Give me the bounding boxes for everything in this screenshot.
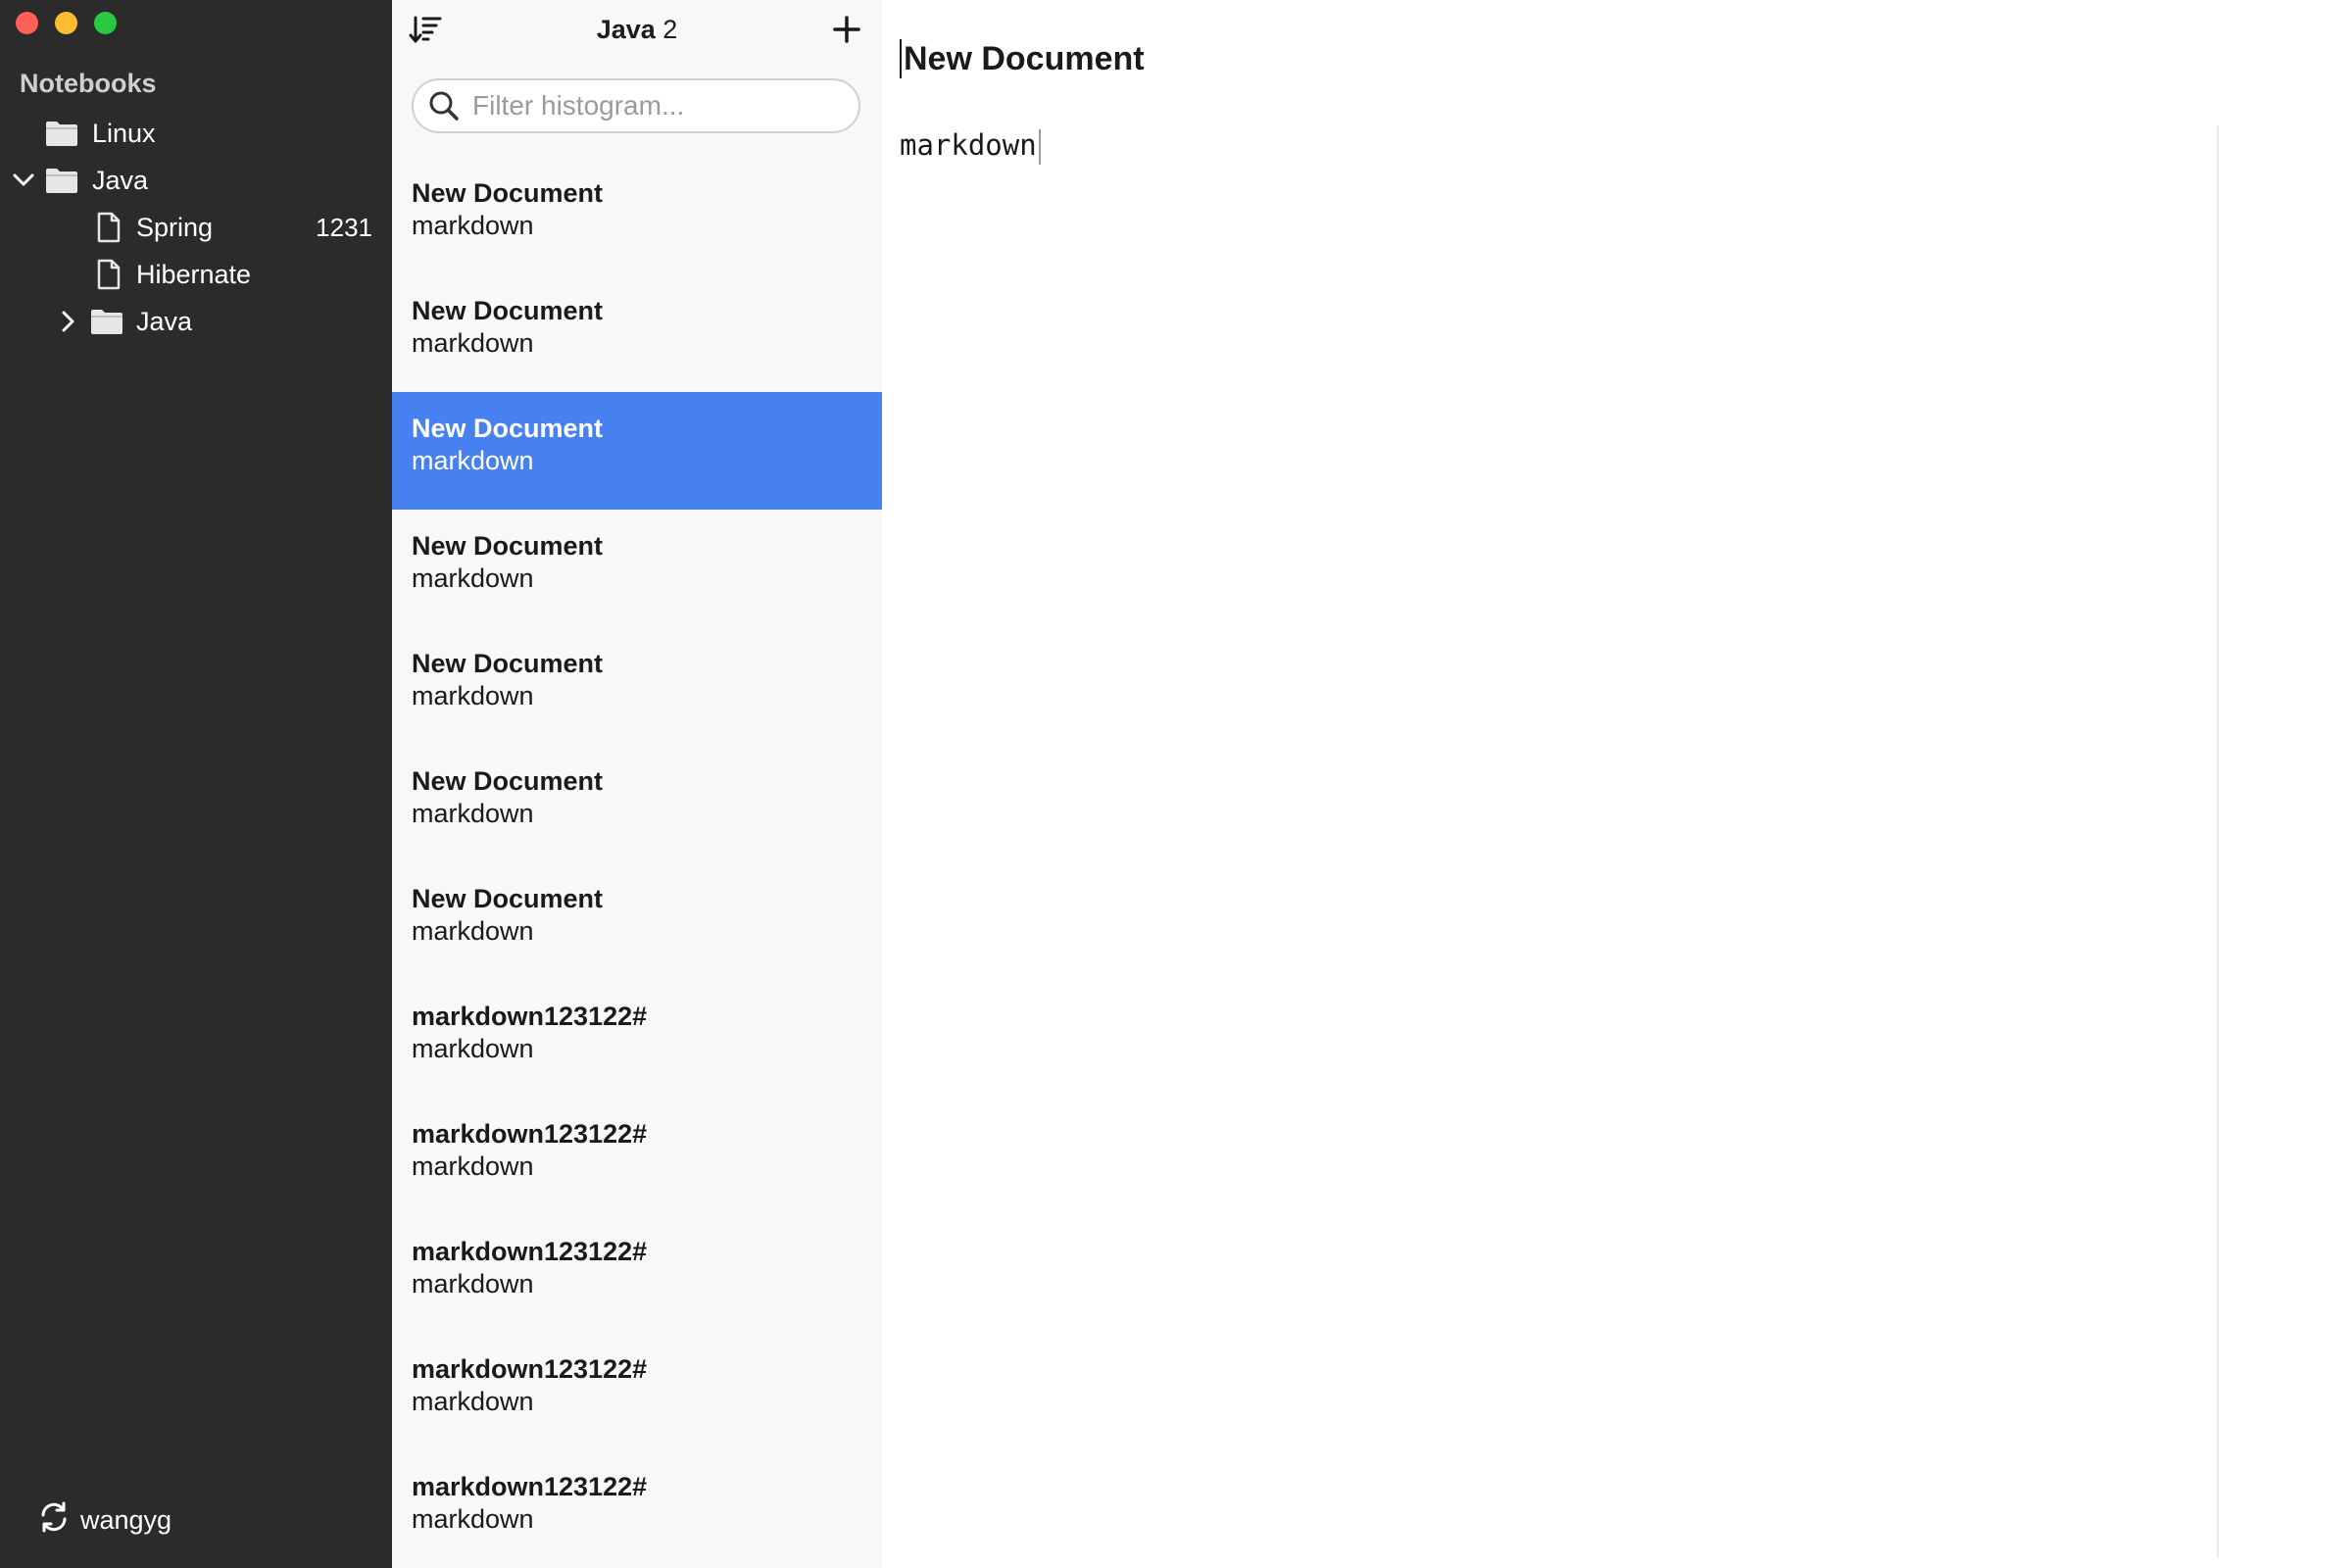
note-item[interactable]: New Document markdown xyxy=(392,510,882,627)
plus-icon xyxy=(833,16,860,43)
document-icon xyxy=(92,259,125,290)
note-title: markdown123122# xyxy=(412,1354,648,1384)
maximize-window-button[interactable] xyxy=(94,12,117,34)
preview-divider xyxy=(2217,125,2219,1558)
window-controls xyxy=(16,12,117,34)
note-preview: markdown xyxy=(412,446,534,475)
tree-item-spring[interactable]: Spring 1231 xyxy=(0,204,392,251)
note-preview: markdown xyxy=(412,1269,534,1298)
note-title: New Document xyxy=(412,531,604,561)
app-window: Notebooks Linux Java Spring 1231 Hiberna… xyxy=(0,0,2352,1568)
note-title: New Document xyxy=(412,884,604,913)
note-list-toolbar: Java 2 xyxy=(392,0,882,61)
chevron-right-icon[interactable] xyxy=(57,310,80,333)
note-item[interactable]: New Document markdown xyxy=(392,392,882,510)
document-title[interactable]: New Document xyxy=(900,39,1145,78)
note-preview: markdown xyxy=(412,1387,534,1416)
text-caret xyxy=(1038,129,1041,165)
notebook-title: Java 2 xyxy=(392,15,882,45)
note-count-badge: 1231 xyxy=(316,212,372,242)
note-preview: markdown xyxy=(412,1034,534,1063)
close-window-button[interactable] xyxy=(16,12,38,34)
note-title: New Document xyxy=(412,414,604,443)
tree-item-label: Linux xyxy=(92,118,156,148)
notebook-note-count: 2 xyxy=(662,15,678,44)
folder-icon xyxy=(90,307,123,336)
note-list-panel: Java 2 New Document markdown xyxy=(392,0,882,1568)
notebook-name: Java xyxy=(596,15,656,44)
note-item[interactable]: New Document markdown xyxy=(392,862,882,980)
note-title: markdown123122# xyxy=(412,1472,648,1501)
note-preview: markdown xyxy=(412,1152,534,1181)
note-title: New Document xyxy=(412,766,604,796)
sidebar: Notebooks Linux Java Spring 1231 Hiberna… xyxy=(0,0,392,1568)
add-note-button[interactable] xyxy=(829,12,864,47)
note-item[interactable]: markdown123122# markdown xyxy=(392,1098,882,1215)
tree-item-label: Hibernate xyxy=(136,259,252,289)
search-icon xyxy=(427,89,461,122)
note-list: New Document markdown New Document markd… xyxy=(392,157,882,1568)
folder-icon xyxy=(45,119,78,148)
filter-input[interactable] xyxy=(470,89,847,122)
sync-icon[interactable] xyxy=(37,1500,71,1541)
tree-item-java-sub[interactable]: Java xyxy=(0,298,392,345)
filter-search-box[interactable] xyxy=(412,78,860,133)
note-preview: markdown xyxy=(412,328,534,358)
tree-item-java[interactable]: Java xyxy=(0,157,392,204)
folder-icon xyxy=(45,166,78,195)
notebooks-heading: Notebooks xyxy=(20,69,157,98)
chevron-down-icon[interactable] xyxy=(12,169,35,192)
note-item[interactable]: markdown123122# markdown xyxy=(392,1215,882,1333)
note-title: markdown123122# xyxy=(412,1237,648,1266)
note-item[interactable]: New Document markdown xyxy=(392,627,882,745)
tree-item-label: Spring xyxy=(136,212,214,242)
tree-item-label: Java xyxy=(136,306,193,336)
note-title: New Document xyxy=(412,178,604,208)
note-title: New Document xyxy=(412,296,604,325)
minimize-window-button[interactable] xyxy=(55,12,77,34)
note-item[interactable]: markdown123122# markdown xyxy=(392,1333,882,1450)
note-preview: markdown xyxy=(412,211,534,240)
note-title: New Document xyxy=(412,649,604,678)
note-item[interactable]: markdown123122# markdown xyxy=(392,980,882,1098)
note-preview: markdown xyxy=(412,1504,534,1534)
document-text[interactable]: markdown xyxy=(900,128,1037,162)
note-preview: markdown xyxy=(412,564,534,593)
tree-item-hibernate[interactable]: Hibernate xyxy=(0,251,392,298)
sync-status[interactable]: wangyg xyxy=(37,1500,172,1541)
editor-pane[interactable]: New Document markdown xyxy=(882,0,2352,1568)
note-title: markdown123122# xyxy=(412,1002,648,1031)
note-item[interactable]: New Document markdown xyxy=(392,274,882,392)
note-item[interactable]: New Document markdown xyxy=(392,745,882,862)
tree-item-linux[interactable]: Linux xyxy=(0,110,392,157)
username-label: wangyg xyxy=(80,1505,172,1535)
note-preview: markdown xyxy=(412,916,534,946)
tree-item-label: Java xyxy=(92,165,149,195)
notebook-tree: Linux Java Spring 1231 Hibernate Java xyxy=(0,110,392,345)
document-body[interactable]: markdown xyxy=(900,125,1041,165)
note-item[interactable]: New Document markdown xyxy=(392,157,882,274)
note-preview: markdown xyxy=(412,799,534,828)
note-title: markdown123122# xyxy=(412,1119,648,1149)
note-preview: markdown xyxy=(412,681,534,710)
document-icon xyxy=(92,212,125,243)
note-item[interactable]: markdown123122# markdown xyxy=(392,1450,882,1568)
